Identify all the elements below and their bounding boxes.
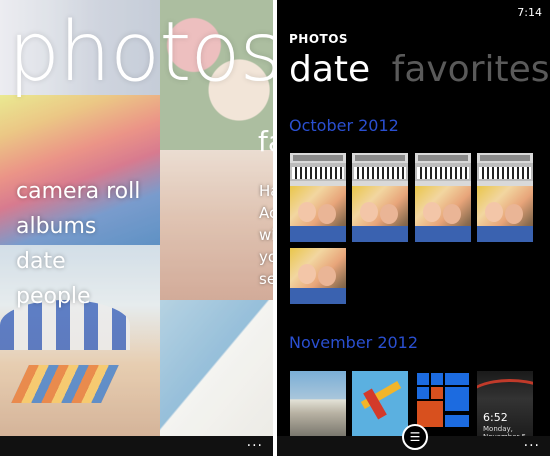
photo-thumbnail[interactable]	[415, 186, 471, 242]
nav-camera-roll[interactable]: camera roll	[16, 174, 140, 209]
nav-people[interactable]: people	[16, 279, 140, 314]
more-dots-icon[interactable]: ...	[247, 434, 263, 450]
favorites-section-peek[interactable]: fa	[258, 125, 273, 158]
photo-thumbnail[interactable]	[352, 371, 408, 441]
peek-line: se	[259, 270, 273, 288]
pivot-favorites[interactable]: favorites	[392, 52, 550, 88]
peek-line: wi	[259, 226, 273, 244]
nav-albums[interactable]: albums	[16, 209, 140, 244]
photos-nav: camera roll albums date people	[16, 174, 140, 314]
peek-line: Ac	[259, 204, 273, 222]
photo-thumbnail[interactable]	[290, 371, 346, 441]
app-bar: ...	[0, 434, 273, 456]
photo-thumbnail[interactable]	[290, 186, 346, 242]
photo-thumbnail[interactable]: 6:52 Monday, November 5	[477, 371, 533, 441]
nav-date[interactable]: date	[16, 244, 140, 279]
photo-thumbnail[interactable]	[352, 186, 408, 242]
photos-date-screen: 7:14 PHOTOS date favorites p October 201…	[277, 0, 550, 456]
peek-line: yo	[259, 248, 273, 266]
status-clock: 7:14	[517, 6, 542, 19]
pivot-date[interactable]: date	[289, 52, 370, 88]
app-title: PHOTOS	[289, 32, 349, 46]
photo-thumbnail[interactable]	[477, 186, 533, 242]
pivot-headers: date favorites p	[289, 52, 550, 88]
jump-list-icon[interactable]: ☰	[402, 424, 428, 450]
lockscreen-time: 6:52	[483, 411, 508, 424]
panorama-title: photos	[8, 5, 273, 100]
peek-line: Ha	[259, 182, 273, 200]
group-header-october-2012[interactable]: October 2012	[289, 116, 399, 135]
photo-thumbnail[interactable]	[290, 248, 346, 304]
group-header-november-2012[interactable]: November 2012	[289, 333, 418, 352]
more-dots-icon[interactable]: ...	[524, 434, 540, 450]
favorites-peek-text: Ha Ac wi yo se	[259, 180, 273, 290]
photos-hub-screen: photos camera roll albums date people fa…	[0, 0, 273, 456]
